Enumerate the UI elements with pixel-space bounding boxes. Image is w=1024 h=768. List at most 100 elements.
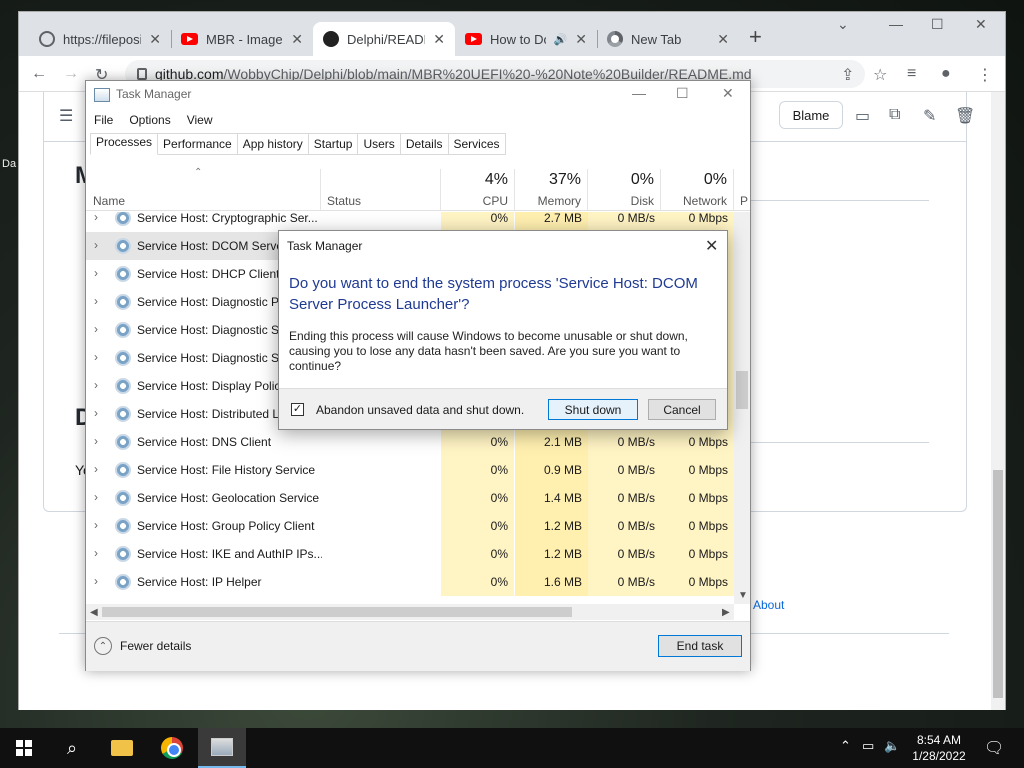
browser-tab-5[interactable]: New Tab ✕: [597, 22, 739, 56]
scroll-right-icon[interactable]: ▶: [722, 607, 730, 618]
expand-chevron-icon[interactable]: ›: [94, 518, 98, 532]
abandon-data-checkbox[interactable]: ✓: [291, 403, 304, 416]
column-power[interactable]: P: [740, 194, 750, 208]
back-icon[interactable]: ←: [31, 65, 47, 83]
expand-chevron-icon[interactable]: ›: [94, 294, 98, 308]
close-icon[interactable]: ✕: [149, 31, 161, 48]
memory-total[interactable]: 37%: [515, 171, 581, 189]
expand-chevron-icon[interactable]: ›: [94, 212, 98, 224]
process-row[interactable]: › Service Host: File History Service 0% 0.9…: [86, 456, 734, 484]
column-network[interactable]: Network: [661, 194, 727, 208]
footer-about-link[interactable]: About: [753, 598, 784, 612]
tab-users[interactable]: Users: [358, 133, 401, 155]
menu-kebab-icon[interactable]: ⋮: [977, 65, 993, 85]
expand-chevron-icon[interactable]: ›: [94, 378, 98, 392]
speaker-icon[interactable]: 🔊: [554, 33, 568, 46]
column-name[interactable]: Name: [93, 194, 125, 208]
process-list-hscroll-thumb[interactable]: [102, 607, 572, 617]
scroll-left-icon[interactable]: ◀: [90, 607, 98, 618]
browser-tab-3[interactable]: Delphi/READM ✕: [313, 22, 455, 56]
process-row[interactable]: › Service Host: Group Policy Client 0% 1.2 …: [86, 512, 734, 540]
blame-button[interactable]: Blame: [779, 101, 843, 129]
desktop-icon-label[interactable]: Da: [2, 158, 16, 170]
browser-tab-4[interactable]: How to Do 🔊 ✕: [455, 22, 597, 56]
expand-chevron-icon[interactable]: ›: [94, 434, 98, 448]
tab-performance[interactable]: Performance: [158, 133, 238, 155]
bookmark-star-icon[interactable]: ☆: [873, 65, 887, 85]
process-row[interactable]: › Service Host: Cryptographic Ser... 0% 2.7…: [86, 212, 734, 232]
menu-file[interactable]: File: [94, 113, 113, 127]
show-hidden-icons-icon[interactable]: ⌃: [840, 738, 851, 754]
share-icon[interactable]: ⇪: [841, 65, 854, 85]
close-icon[interactable]: ✕: [433, 31, 445, 48]
lock-icon[interactable]: [137, 68, 147, 80]
expand-chevron-icon[interactable]: ›: [94, 406, 98, 420]
expand-chevron-icon[interactable]: ›: [94, 490, 98, 504]
outline-list-icon[interactable]: ☰: [59, 106, 73, 126]
minimize-icon[interactable]: —: [632, 85, 646, 101]
task-manager-taskbar-button[interactable]: [198, 728, 246, 768]
disk-total[interactable]: 0%: [588, 171, 654, 189]
tab-app-history[interactable]: App history: [237, 133, 309, 155]
cpu-total[interactable]: 4%: [441, 171, 508, 189]
search-icon[interactable]: ⌕: [48, 728, 96, 768]
page-scrollbar-thumb[interactable]: [993, 470, 1003, 698]
column-disk[interactable]: Disk: [588, 194, 654, 208]
process-row[interactable]: › Service Host: IP Helper 0% 1.6 MB 0 MB/s 0 …: [86, 568, 734, 596]
cancel-button[interactable]: Cancel: [648, 399, 716, 420]
maximize-icon[interactable]: ☐: [676, 85, 689, 102]
close-window-icon[interactable]: ✕: [975, 16, 987, 33]
task-manager-titlebar[interactable]: Task Manager — ☐ ✕: [86, 81, 750, 109]
close-icon[interactable]: ✕: [291, 31, 303, 48]
start-button[interactable]: [0, 728, 48, 768]
network-total[interactable]: 0%: [661, 171, 727, 189]
close-icon[interactable]: ✕: [705, 236, 718, 256]
expand-chevron-icon[interactable]: ›: [94, 462, 98, 476]
menu-view[interactable]: View: [187, 113, 213, 127]
expand-chevron-icon[interactable]: ›: [94, 322, 98, 336]
close-icon[interactable]: ✕: [717, 31, 729, 48]
expand-chevron-icon[interactable]: ›: [94, 266, 98, 280]
fewer-details-button[interactable]: ⌃ Fewer details: [94, 637, 191, 655]
profile-avatar-icon[interactable]: ●: [941, 65, 951, 83]
maximize-icon[interactable]: ☐: [931, 16, 944, 33]
column-memory[interactable]: Memory: [515, 194, 581, 208]
shut-down-button[interactable]: Shut down: [548, 399, 638, 420]
tab-startup[interactable]: Startup: [308, 133, 359, 155]
close-icon[interactable]: ✕: [575, 31, 587, 48]
expand-chevron-icon[interactable]: ›: [94, 238, 98, 252]
tab-services[interactable]: Services: [448, 133, 506, 155]
notifications-icon[interactable]: 🗨: [984, 738, 1004, 758]
process-row[interactable]: › Service Host: IKE and AuthIP IPs... 0% 1.…: [86, 540, 734, 568]
network-icon[interactable]: ▭: [862, 738, 874, 754]
tab-details[interactable]: Details: [400, 133, 449, 155]
column-cpu[interactable]: CPU: [441, 194, 508, 208]
process-row[interactable]: › Service Host: Geolocation Service 0% 1.4 …: [86, 484, 734, 512]
clock[interactable]: 8:54 AM 1/28/2022: [904, 732, 974, 764]
delete-trash-icon[interactable]: 🗑: [955, 106, 975, 126]
column-status[interactable]: Status: [327, 194, 361, 208]
file-explorer-button[interactable]: [98, 728, 146, 768]
column-separator[interactable]: [320, 169, 321, 211]
close-icon[interactable]: ✕: [722, 85, 734, 102]
volume-muted-icon[interactable]: 🔈: [884, 738, 900, 754]
tab-search-icon[interactable]: ⌄: [837, 16, 849, 33]
expand-chevron-icon[interactable]: ›: [94, 546, 98, 560]
column-separator[interactable]: [733, 169, 734, 211]
edit-pencil-icon[interactable]: ✎: [923, 106, 936, 126]
process-row[interactable]: › Service Host: DNS Client 0% 2.1 MB 0 MB/s 0…: [86, 428, 734, 456]
copy-icon[interactable]: ⧉: [889, 106, 900, 124]
menu-options[interactable]: Options: [129, 113, 170, 127]
chrome-taskbar-button[interactable]: [148, 728, 196, 768]
scroll-down-icon[interactable]: ▼: [738, 590, 748, 601]
browser-tab-1[interactable]: https://fileposi ✕: [29, 22, 171, 56]
end-task-button[interactable]: End task: [658, 635, 742, 657]
expand-chevron-icon[interactable]: ›: [94, 574, 98, 588]
tab-processes[interactable]: Processes: [90, 133, 159, 155]
process-list-vscroll-thumb[interactable]: [736, 371, 748, 409]
forward-icon[interactable]: →: [63, 65, 79, 83]
browser-tab-2[interactable]: MBR - Image ✕: [171, 22, 313, 56]
new-tab-button[interactable]: +: [749, 24, 762, 50]
expand-chevron-icon[interactable]: ›: [94, 350, 98, 364]
display-rendered-icon[interactable]: ▭: [855, 106, 870, 126]
